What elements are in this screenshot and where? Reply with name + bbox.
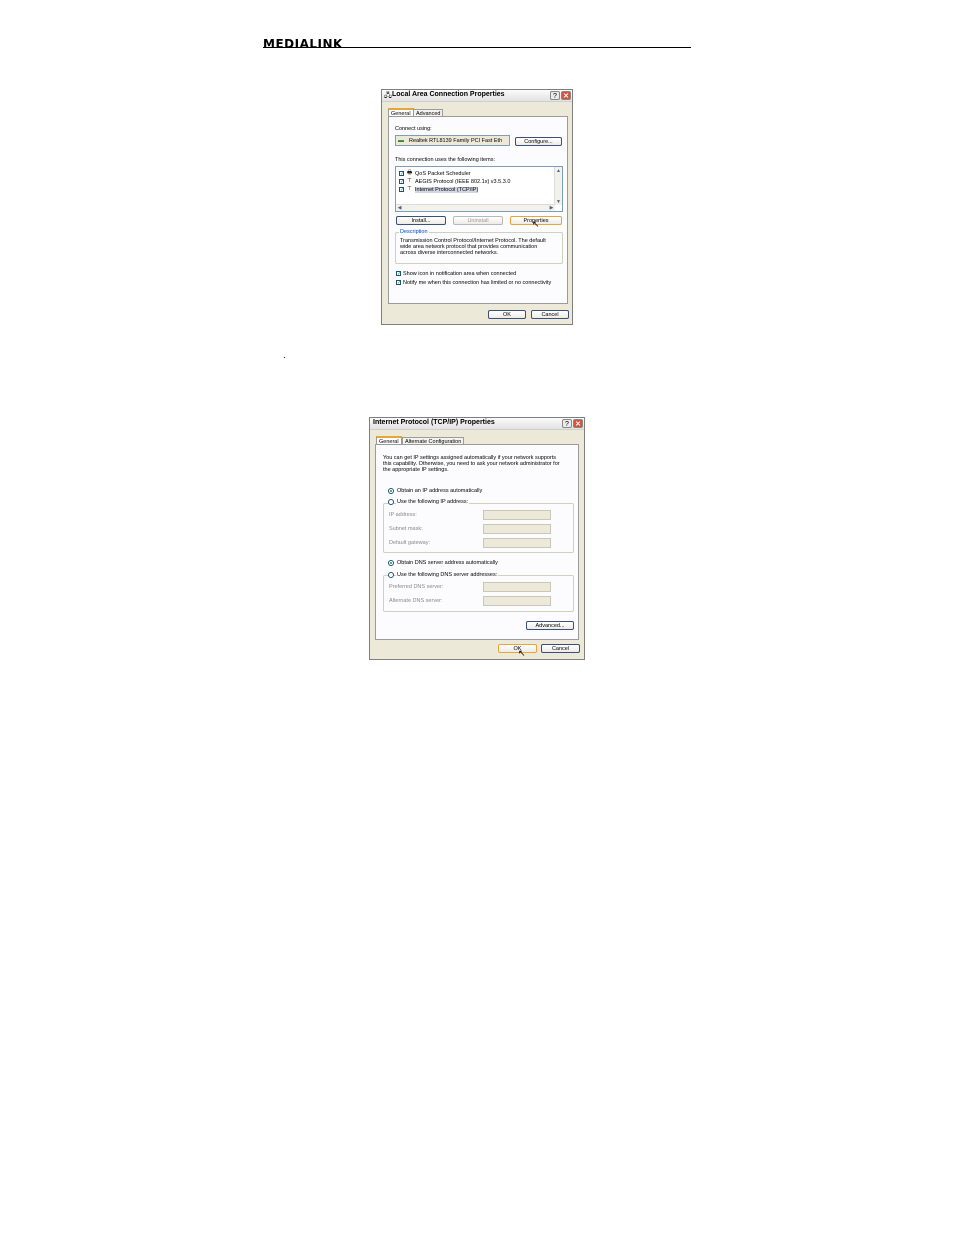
subnet-mask-label: Subnet mask:	[389, 526, 423, 532]
mouse-cursor-icon: ↖	[518, 648, 526, 658]
advanced-button[interactable]: Advanced...	[526, 621, 574, 630]
subnet-mask-field[interactable]	[483, 524, 551, 534]
scroll-left-icon[interactable]: ◀	[396, 205, 403, 211]
use-ip-radio[interactable]	[388, 499, 394, 505]
alternate-dns-field[interactable]	[483, 596, 551, 606]
cancel-button[interactable]: Cancel	[531, 310, 569, 319]
cancel-button[interactable]: Cancel	[541, 644, 580, 653]
tcpip-properties-dialog: Internet Protocol (TCP/IP) Properties ? …	[369, 417, 585, 660]
scroll-down-icon[interactable]: ▼	[555, 199, 562, 205]
obtain-ip-radio[interactable]	[388, 488, 394, 494]
list-item-label: Internet Protocol (TCP/IP)	[415, 187, 479, 193]
use-dns-label: Use the following DNS server addresses:	[396, 572, 499, 578]
stray-dot: .	[283, 350, 286, 361]
network-connection-icon: 🖧	[384, 92, 392, 99]
lan-general-panel: Connect using: ▬ Realtek RTL8139 Family …	[388, 116, 568, 304]
default-gateway-field[interactable]	[483, 538, 551, 548]
list-item[interactable]: ✓ 🖶 QoS Packet Scheduler	[399, 170, 549, 177]
show-icon-label: Show icon in notification area when conn…	[403, 271, 517, 277]
list-item[interactable]: ✓ ⊤ AEGIS Protocol (IEEE 802.1x) v3.5.3.…	[399, 178, 549, 185]
obtain-dns-label: Obtain DNS server address automatically	[397, 560, 498, 566]
protocol-icon: ⊤	[407, 186, 412, 192]
preferred-dns-field[interactable]	[483, 582, 551, 592]
default-gateway-label: Default gateway:	[389, 540, 430, 546]
help-button[interactable]: ?	[562, 419, 572, 428]
ip-address-field[interactable]	[483, 510, 551, 520]
list-item-label: QoS Packet Scheduler	[415, 171, 471, 177]
preferred-dns-label: Preferred DNS server:	[389, 584, 444, 590]
scroll-right-icon[interactable]: ▶	[548, 205, 555, 211]
configure-button[interactable]: Configure...	[515, 137, 562, 146]
tcpip-general-panel: You can get IP settings assigned automat…	[375, 444, 579, 640]
network-adapter-icon: ▬	[398, 138, 404, 144]
notify-label: Notify me when this connection has limit…	[403, 280, 552, 286]
close-button[interactable]: ✕	[573, 419, 583, 428]
tcpip-titlebar[interactable]: Internet Protocol (TCP/IP) Properties ? …	[370, 418, 584, 430]
aegis-checkbox[interactable]: ✓	[399, 179, 404, 185]
obtain-dns-radio[interactable]	[388, 560, 394, 566]
protocol-icon: ⊤	[407, 178, 412, 184]
alternate-dns-label: Alternate DNS server:	[389, 598, 443, 604]
use-dns-radio[interactable]	[388, 572, 394, 578]
medialink-logo: MEDIALINK	[263, 37, 343, 51]
service-icon: 🖶	[407, 170, 413, 176]
qos-checkbox[interactable]: ✓	[399, 171, 404, 177]
help-button[interactable]: ?	[550, 91, 560, 100]
description-text: across diverse interconnected networks.	[400, 250, 499, 256]
lan-dialog-title: Local Area Connection Properties	[392, 91, 505, 98]
items-label: This connection uses the following items…	[395, 157, 495, 163]
tcpip-checkbox[interactable]: ✓	[399, 187, 404, 193]
components-list[interactable]: ✓ 🖶 QoS Packet Scheduler ✓ ⊤ AEGIS Proto…	[395, 166, 563, 212]
dns-group	[383, 575, 574, 612]
scroll-up-icon[interactable]: ▲	[555, 168, 562, 174]
install-button[interactable]: Install...	[396, 216, 446, 225]
horizontal-scrollbar[interactable]: ◀ ▶	[396, 204, 555, 211]
obtain-ip-label: Obtain an IP address automatically	[397, 488, 483, 494]
lan-properties-dialog: 🖧 Local Area Connection Properties ? ✕ G…	[381, 89, 573, 325]
adapter-field: ▬ Realtek RTL8139 Family PCI Fast Eth	[395, 135, 510, 146]
mouse-cursor-icon: ↖	[532, 219, 540, 229]
header-rule	[263, 47, 691, 48]
intro-text: the appropriate IP settings.	[383, 467, 449, 473]
notify-checkbox[interactable]: ✓	[396, 280, 401, 286]
show-icon-checkbox[interactable]: ✓	[396, 271, 401, 277]
close-button[interactable]: ✕	[561, 91, 571, 100]
lan-titlebar[interactable]: 🖧 Local Area Connection Properties ? ✕	[382, 90, 572, 102]
vertical-scrollbar[interactable]: ▲ ▼	[554, 167, 562, 205]
description-legend: Description	[399, 229, 429, 235]
tcpip-dialog-title: Internet Protocol (TCP/IP) Properties	[373, 419, 495, 426]
tab-general[interactable]: General	[376, 436, 402, 445]
connect-using-label: Connect using:	[395, 126, 432, 132]
list-item-label: AEGIS Protocol (IEEE 802.1x) v3.5.3.0	[415, 179, 511, 185]
tab-general[interactable]: General	[388, 108, 414, 117]
adapter-name: Realtek RTL8139 Family PCI Fast Eth	[409, 138, 503, 144]
list-item[interactable]: ✓ ⊤ Internet Protocol (TCP/IP)	[399, 186, 549, 193]
ip-address-label: IP address:	[389, 512, 417, 518]
uninstall-button[interactable]: Uninstall	[453, 216, 503, 225]
ok-button[interactable]: OK	[488, 310, 526, 319]
use-ip-label: Use the following IP address:	[396, 499, 470, 505]
